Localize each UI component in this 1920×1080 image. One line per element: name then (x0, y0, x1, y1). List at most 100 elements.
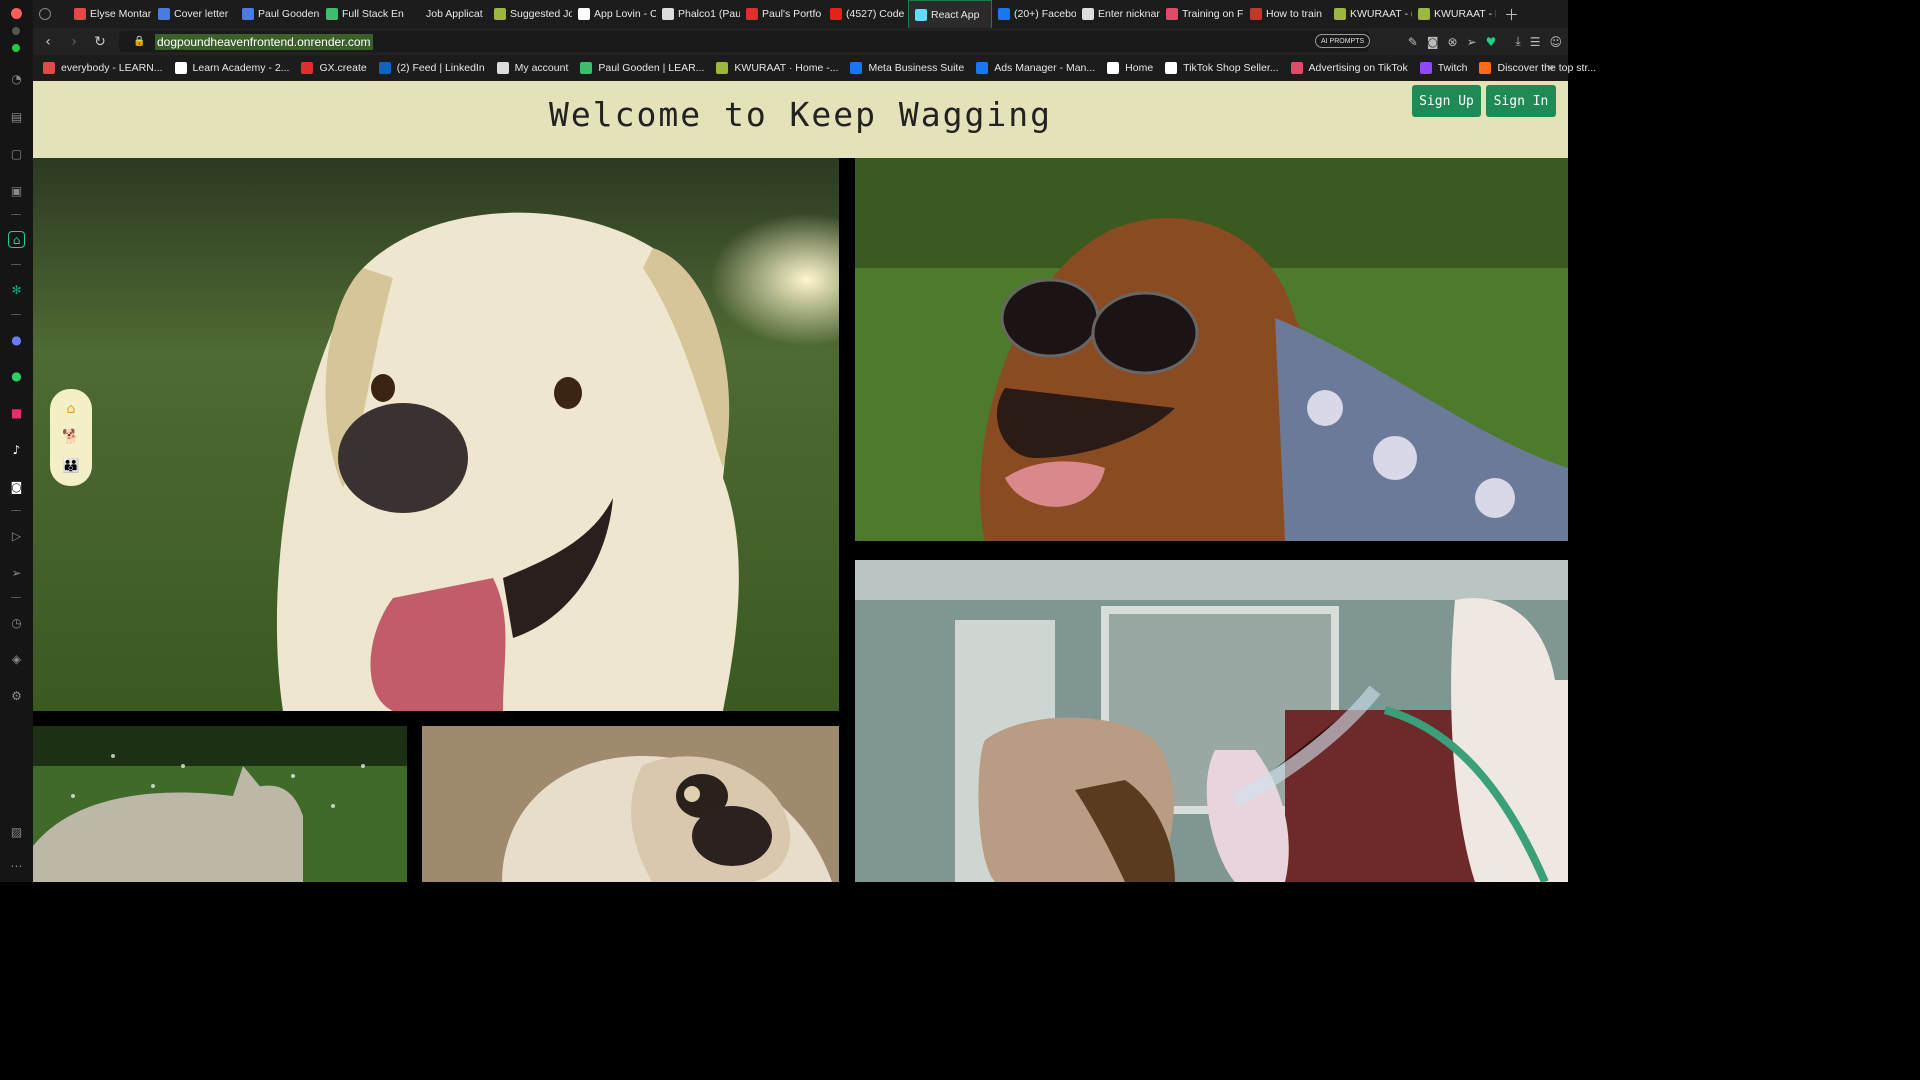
tab-active[interactable]: React App (908, 0, 992, 28)
bookmark-label: TikTok Shop Seller... (1183, 62, 1279, 74)
bookmark-item[interactable]: Home (1107, 62, 1153, 74)
bookmark-item[interactable]: My account (496, 62, 569, 74)
tab[interactable]: Job Applicat (404, 0, 488, 28)
whatsapp-icon[interactable]: ● (8, 367, 25, 384)
bookmark-label: My account (514, 62, 569, 74)
favicon-icon (74, 8, 86, 20)
bookmark-item[interactable]: TikTok Shop Seller... (1165, 62, 1279, 74)
tab-label: App Lovin - C (594, 8, 656, 20)
tab-strip: Elyse Montar Cover letter Paul Gooden Full … (33, 0, 1568, 28)
bookmark-item[interactable]: Discover the top str... (1479, 62, 1596, 74)
tab-label: Job Applicat (426, 8, 483, 20)
ai-prompts-button[interactable]: AI PROMPTS (1315, 34, 1371, 48)
tab[interactable]: Training on F (1160, 0, 1244, 28)
sign-up-button[interactable]: Sign Up (1412, 85, 1481, 117)
favicon-icon (496, 62, 509, 74)
tab[interactable]: (20+) Facebo (992, 0, 1076, 28)
back-button[interactable]: ‹ (35, 28, 61, 55)
favicon-icon (158, 8, 170, 20)
bookmark-item[interactable]: Advertising on TikTok (1290, 62, 1408, 74)
reload-button[interactable]: ↻ (87, 28, 113, 55)
tab-label: Full Stack En (342, 8, 404, 20)
extensions-icon[interactable]: ◈ (8, 650, 25, 667)
bookmarks-overflow-icon[interactable]: » (1547, 60, 1554, 74)
tab[interactable]: Paul's Portfo (740, 0, 824, 28)
tab[interactable]: How to train (1244, 0, 1328, 28)
dog-icon[interactable]: 🐕 (62, 429, 79, 445)
speed-dial-icon[interactable]: ◔ (8, 70, 25, 87)
forward-button[interactable]: › (61, 28, 87, 55)
new-tab-button[interactable]: ＋ (1496, 4, 1527, 25)
sign-in-button[interactable]: Sign In (1486, 85, 1556, 117)
send-icon[interactable]: ➢ (8, 564, 25, 581)
favicon-icon (1334, 8, 1346, 20)
more-icon[interactable]: ⋯ (8, 857, 25, 874)
favicon-icon (242, 8, 254, 20)
menu-icon[interactable]: ☰ (1530, 35, 1541, 49)
gallery-icon[interactable]: ▨ (8, 823, 25, 840)
gx-icon[interactable]: ▣ (8, 182, 25, 199)
bag-icon[interactable]: ▤ (8, 108, 25, 125)
messenger-icon[interactable]: ● (8, 331, 25, 348)
discord-icon[interactable]: ◙ (8, 478, 25, 495)
edit-icon[interactable]: ✎ (1408, 35, 1418, 49)
url-text[interactable]: dogpoundheavenfrontend.onrender.com (155, 33, 373, 50)
bookmarks-bar: everybody - LEARN... Learn Academy - 2...… (33, 55, 1596, 81)
bookmark-item[interactable]: Meta Business Suite (850, 62, 964, 74)
camera-icon[interactable]: ◙ (1427, 35, 1439, 49)
favicon-icon (1166, 8, 1178, 20)
home-icon[interactable]: ⌂ (8, 231, 25, 248)
favicon-icon (746, 8, 758, 20)
bookmark-item[interactable]: (2) Feed | LinkedIn (378, 62, 485, 74)
tab[interactable]: KWURAAT - I (1412, 0, 1496, 28)
favicon-icon (915, 8, 927, 21)
dog-shaking-photo (33, 726, 407, 882)
tiktok-icon[interactable]: ♪ (8, 441, 25, 458)
favicon-icon (378, 62, 391, 74)
profile-icon[interactable]: ☺ (1549, 35, 1562, 49)
bookmark-item[interactable]: Learn Academy - 2... (174, 62, 289, 74)
heart-icon[interactable]: ♥ (1486, 35, 1497, 49)
home-icon[interactable]: ⌂ (67, 401, 76, 417)
bookmark-item[interactable]: everybody - LEARN... (43, 62, 163, 74)
tab[interactable]: Phalco1 (Pau (656, 0, 740, 28)
tab[interactable]: KWURAAT - ( (1328, 0, 1412, 28)
url-field[interactable]: 🔒 dogpoundheavenfrontend.onrender.com (119, 31, 1369, 52)
bookmark-item[interactable]: Ads Manager - Man... (976, 62, 1095, 74)
bookmark-item[interactable]: GX.create (301, 62, 367, 74)
history-icon[interactable]: ◷ (8, 614, 25, 631)
favicon-icon (174, 62, 187, 74)
bookmark-item[interactable]: Paul Gooden | LEAR... (580, 62, 704, 74)
block-icon[interactable]: ⊗ (1448, 35, 1458, 49)
tab[interactable]: Enter nicknam (1076, 0, 1160, 28)
tab[interactable]: Cover letter (152, 0, 236, 28)
player-icon[interactable]: ▷ (8, 527, 25, 544)
send-icon[interactable]: ➢ (1467, 35, 1477, 49)
tab[interactable] (33, 0, 68, 28)
tab[interactable]: Full Stack En (320, 0, 404, 28)
favicon-icon (1165, 62, 1178, 74)
tab[interactable]: Elyse Montar (68, 0, 152, 28)
tab[interactable]: (4527) Code (824, 0, 908, 28)
download-icon[interactable]: ⤓ (1515, 34, 1520, 49)
tab[interactable]: Suggested Jo (488, 0, 572, 28)
tab-label: React App (931, 8, 980, 21)
tab-label: (4527) Code (846, 8, 905, 20)
bookmark-label: (2) Feed | LinkedIn (396, 62, 485, 74)
bookmark-item[interactable]: Twitch (1419, 62, 1467, 74)
group-icon[interactable]: 👪 (62, 458, 79, 474)
settings-icon[interactable]: ⚙ (8, 687, 25, 704)
close-window-icon[interactable] (11, 8, 22, 19)
favicon-icon (1418, 8, 1430, 20)
minimize-window-icon[interactable] (12, 27, 20, 35)
chatgpt-icon[interactable]: ✻ (8, 281, 25, 298)
tab[interactable]: App Lovin - C (572, 0, 656, 28)
tab[interactable]: Paul Gooden (236, 0, 320, 28)
lock-icon: 🔒 (133, 36, 146, 47)
instagram-icon[interactable]: ■ (8, 404, 25, 421)
twitch-icon[interactable]: ▢ (8, 145, 25, 162)
maximize-window-icon[interactable] (12, 44, 20, 52)
bookmark-label: Ads Manager - Man... (994, 62, 1096, 74)
favicon-icon (1082, 8, 1094, 20)
bookmark-item[interactable]: KWURAAT · Home -... (716, 62, 838, 74)
